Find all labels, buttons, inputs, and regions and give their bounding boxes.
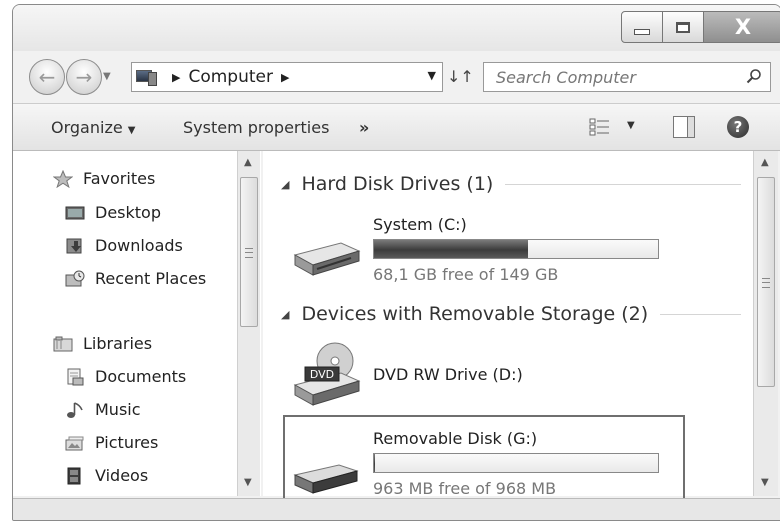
sidebar-item-label: Documents	[95, 367, 187, 386]
search-icon[interactable]	[746, 68, 762, 84]
music-icon	[65, 401, 85, 419]
close-button[interactable]: X	[703, 11, 780, 43]
sidebar-item-label: Pictures	[95, 433, 159, 452]
pictures-icon	[65, 434, 85, 452]
scroll-up-icon[interactable]: ▲	[761, 157, 769, 168]
change-view-icon[interactable]	[589, 117, 611, 137]
documents-icon	[65, 368, 85, 386]
collapse-triangle-icon[interactable]: ◢	[281, 308, 289, 321]
sidebar-item-label: Downloads	[95, 236, 183, 255]
forward-button[interactable]: →	[66, 59, 102, 95]
system-properties-button[interactable]: System properties	[183, 118, 329, 137]
downloads-icon	[65, 237, 85, 255]
back-arrow-icon: ←	[38, 65, 56, 89]
view-options-dropdown-icon[interactable]: ▼	[627, 120, 635, 131]
capacity-bar-fill	[374, 240, 529, 258]
sidebar-item-label: Videos	[95, 466, 149, 485]
scroll-down-icon[interactable]: ▼	[244, 477, 252, 488]
command-bar: Organize ▼ System properties » ▼ ?	[13, 103, 780, 151]
details-pane	[13, 498, 780, 520]
refresh-icon[interactable]: ↓↑	[447, 67, 474, 86]
explorer-window: X ← → ▼ ▶ Computer ▶ ▼ ↓↑ Organize ▼ Sys…	[12, 4, 780, 521]
maximize-icon	[676, 21, 690, 33]
dvd-drive-icon: DVD	[293, 342, 361, 406]
content-scroll-thumb[interactable]	[757, 177, 775, 387]
sidebar-item-recent-places[interactable]: Recent Places	[65, 269, 206, 288]
libraries-label: Libraries	[83, 334, 153, 353]
sidebar-item-pictures[interactable]: Pictures	[65, 433, 158, 452]
group-divider	[505, 183, 741, 185]
star-icon	[52, 169, 74, 188]
breadcrumb-arrow-icon[interactable]: ▶	[172, 71, 180, 84]
computer-icon	[136, 70, 157, 86]
favorites-label: Favorites	[83, 169, 156, 188]
free-space-text: 68,1 GB free of 149 GB	[373, 265, 559, 284]
recent-pages-dropdown-icon[interactable]: ▼	[103, 71, 111, 82]
free-space-text: 963 MB free of 968 MB	[373, 479, 557, 498]
breadcrumb-computer[interactable]: Computer	[188, 67, 273, 87]
drive-name: System (C:)	[373, 215, 467, 234]
desktop-icon	[65, 204, 85, 222]
search-input[interactable]	[494, 63, 738, 91]
nav-scrollbar[interactable]: ▲ ▼	[237, 151, 260, 496]
sidebar-item-label: Desktop	[95, 203, 161, 222]
drive-name: DVD RW Drive (D:)	[373, 365, 523, 384]
sidebar-item-videos[interactable]: Videos	[65, 466, 148, 485]
capacity-bar	[373, 453, 659, 473]
address-row: ← → ▼ ▶ Computer ▶ ▼ ↓↑	[13, 53, 780, 101]
hard-disk-icon	[293, 242, 361, 276]
address-history-dropdown-icon[interactable]: ▼	[428, 69, 436, 82]
content-pane: ◢ Hard Disk Drives (1) System (C:) 68,1 …	[263, 151, 753, 503]
address-bar[interactable]: ▶ Computer ▶ ▼	[131, 62, 443, 92]
drive-tile-system[interactable]: System (C:) 68,1 GB free of 149 GB	[263, 207, 683, 287]
help-icon[interactable]: ?	[727, 116, 749, 138]
capacity-bar-fill	[374, 454, 376, 472]
minimize-button[interactable]	[621, 11, 663, 43]
scroll-down-icon[interactable]: ▼	[761, 477, 769, 488]
title-bar: X	[13, 5, 780, 51]
sidebar-item-downloads[interactable]: Downloads	[65, 236, 183, 255]
forward-arrow-icon: →	[75, 65, 93, 89]
favorites-header[interactable]: Favorites	[52, 169, 156, 188]
scroll-up-icon[interactable]: ▲	[244, 157, 252, 168]
drive-name: Removable Disk (G:)	[373, 429, 538, 448]
capacity-bar	[373, 239, 659, 259]
sidebar-item-documents[interactable]: Documents	[65, 367, 186, 386]
videos-icon	[65, 467, 85, 485]
more-commands-button[interactable]: »	[359, 118, 369, 137]
breadcrumb-arrow-icon[interactable]: ▶	[281, 71, 289, 84]
preview-pane-icon[interactable]	[673, 116, 695, 138]
svg-text:DVD: DVD	[310, 368, 334, 381]
close-icon: X	[734, 15, 752, 39]
group-divider	[660, 313, 741, 315]
chevron-down-icon: ▼	[127, 125, 136, 136]
sidebar-item-music[interactable]: Music	[65, 400, 141, 419]
group-title: Hard Disk Drives (1)	[301, 173, 494, 195]
organize-menu[interactable]: Organize ▼	[51, 118, 135, 137]
sidebar-item-label: Recent Places	[95, 269, 207, 288]
drive-tile-removable[interactable]: Removable Disk (G:) 963 MB free of 968 M…	[263, 421, 683, 498]
search-box[interactable]	[483, 62, 771, 92]
group-header-hard-disk-drives[interactable]: ◢ Hard Disk Drives (1)	[281, 173, 741, 195]
nav-scroll-thumb[interactable]	[240, 177, 258, 327]
back-button[interactable]: ←	[29, 59, 65, 95]
sidebar-item-desktop[interactable]: Desktop	[65, 203, 161, 222]
sidebar-item-label: Music	[95, 400, 141, 419]
group-header-removable-storage[interactable]: ◢ Devices with Removable Storage (2)	[281, 303, 741, 325]
libraries-header[interactable]: Libraries	[53, 334, 152, 353]
removable-disk-icon	[293, 464, 359, 494]
organize-label: Organize	[51, 118, 123, 137]
navigation-pane: Favorites Desktop Downloads Recent Place…	[13, 151, 261, 496]
libraries-icon	[53, 335, 73, 353]
recent-places-icon	[65, 270, 85, 288]
group-title: Devices with Removable Storage (2)	[301, 303, 649, 325]
minimize-icon	[634, 29, 650, 35]
drive-tile-dvd[interactable]: DVD DVD RW Drive (D:)	[263, 337, 683, 409]
collapse-triangle-icon[interactable]: ◢	[281, 178, 289, 191]
content-scrollbar[interactable]: ▲ ▼	[753, 151, 778, 496]
maximize-button[interactable]	[662, 11, 704, 43]
